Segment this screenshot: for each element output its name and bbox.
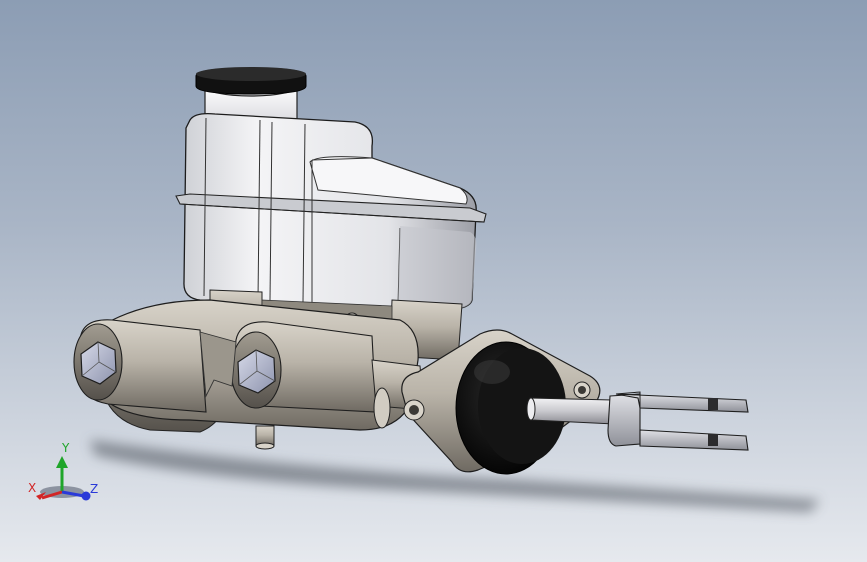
clevis-fork[interactable]	[607, 391, 749, 451]
push-rod[interactable]	[526, 397, 615, 425]
coordinate-triad: Y X Z	[26, 440, 106, 510]
master-cylinder-model[interactable]	[0, 0, 867, 562]
cad-viewport[interactable]: Y X Z	[0, 0, 867, 562]
axis-label-x: X	[28, 481, 37, 495]
axis-label-z: Z	[90, 482, 99, 496]
axis-label-y: Y	[62, 441, 70, 455]
fluid-reservoir[interactable]	[175, 67, 487, 311]
